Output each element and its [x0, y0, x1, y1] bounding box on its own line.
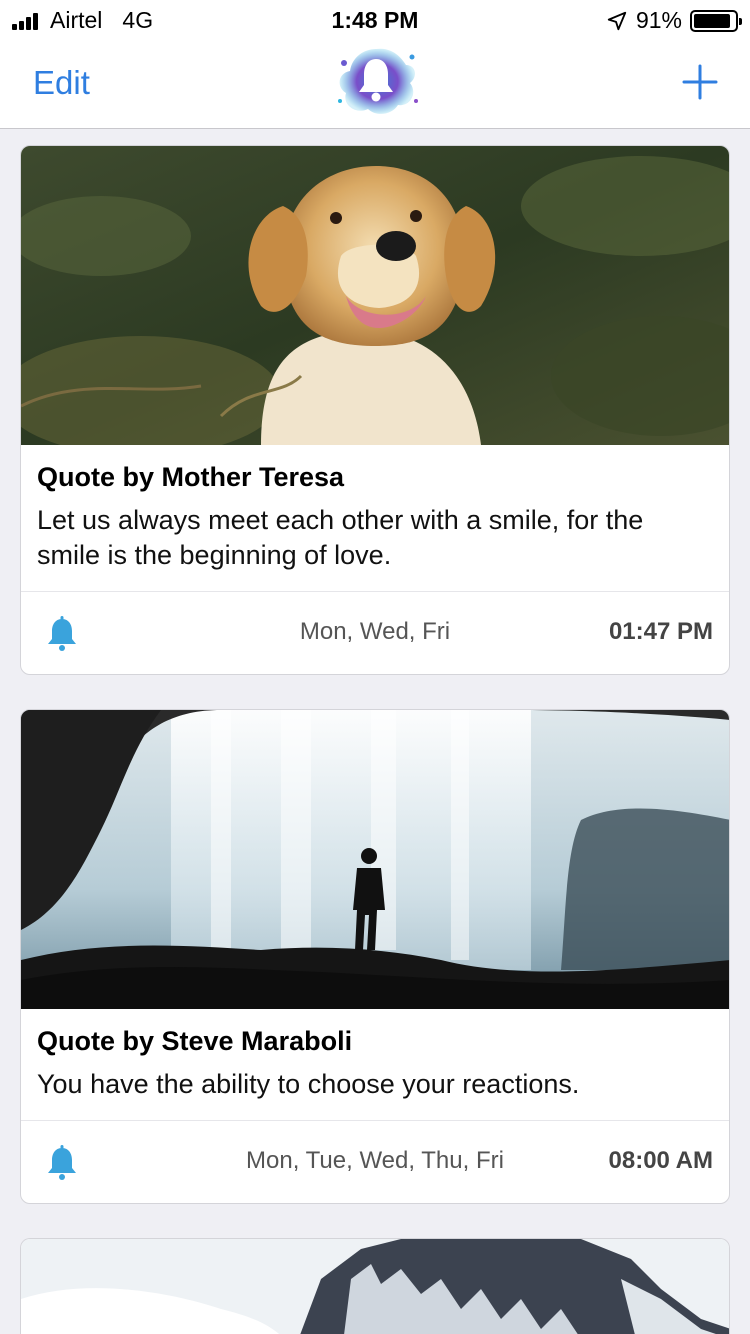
- add-button[interactable]: [682, 64, 718, 100]
- quote-title: Quote by Mother Teresa: [37, 462, 345, 492]
- reminder-card[interactable]: Quote by Steve Maraboli You have the abi…: [20, 709, 730, 1204]
- snowy-mountain-peak-image: [21, 1239, 729, 1334]
- person-silhouette-waterfall-cave-image: [21, 710, 729, 1009]
- reminder-card[interactable]: [20, 1238, 730, 1334]
- reminder-time: 08:00 AM: [608, 1147, 713, 1174]
- location-arrow-icon: [607, 11, 627, 30]
- reminder-card[interactable]: Quote by Mother Teresa Let us always mee…: [20, 145, 730, 675]
- quote-text: You have the ability to choose your reac…: [37, 1069, 580, 1099]
- reminder-time: 01:47 PM: [608, 618, 713, 645]
- bell-splash-logo: [338, 48, 418, 114]
- status-bar: Airtel 4G 1:48 PM 91%: [0, 0, 750, 40]
- reminder-footer: Mon, Wed, Fri 01:47 PM: [21, 591, 729, 674]
- reminder-footer: Mon, Tue, Wed, Thu, Fri 08:00 AM: [21, 1120, 729, 1203]
- golden-retriever-in-forest-image: [21, 146, 729, 445]
- quote-text: Let us always meet each other with a smi…: [37, 505, 644, 570]
- quote-title: Quote by Steve Maraboli: [37, 1026, 353, 1056]
- edit-button[interactable]: Edit: [33, 64, 90, 102]
- navigation-bar: Edit: [0, 40, 750, 129]
- battery-icon: [690, 9, 742, 32]
- battery-percentage: 91%: [635, 7, 682, 33]
